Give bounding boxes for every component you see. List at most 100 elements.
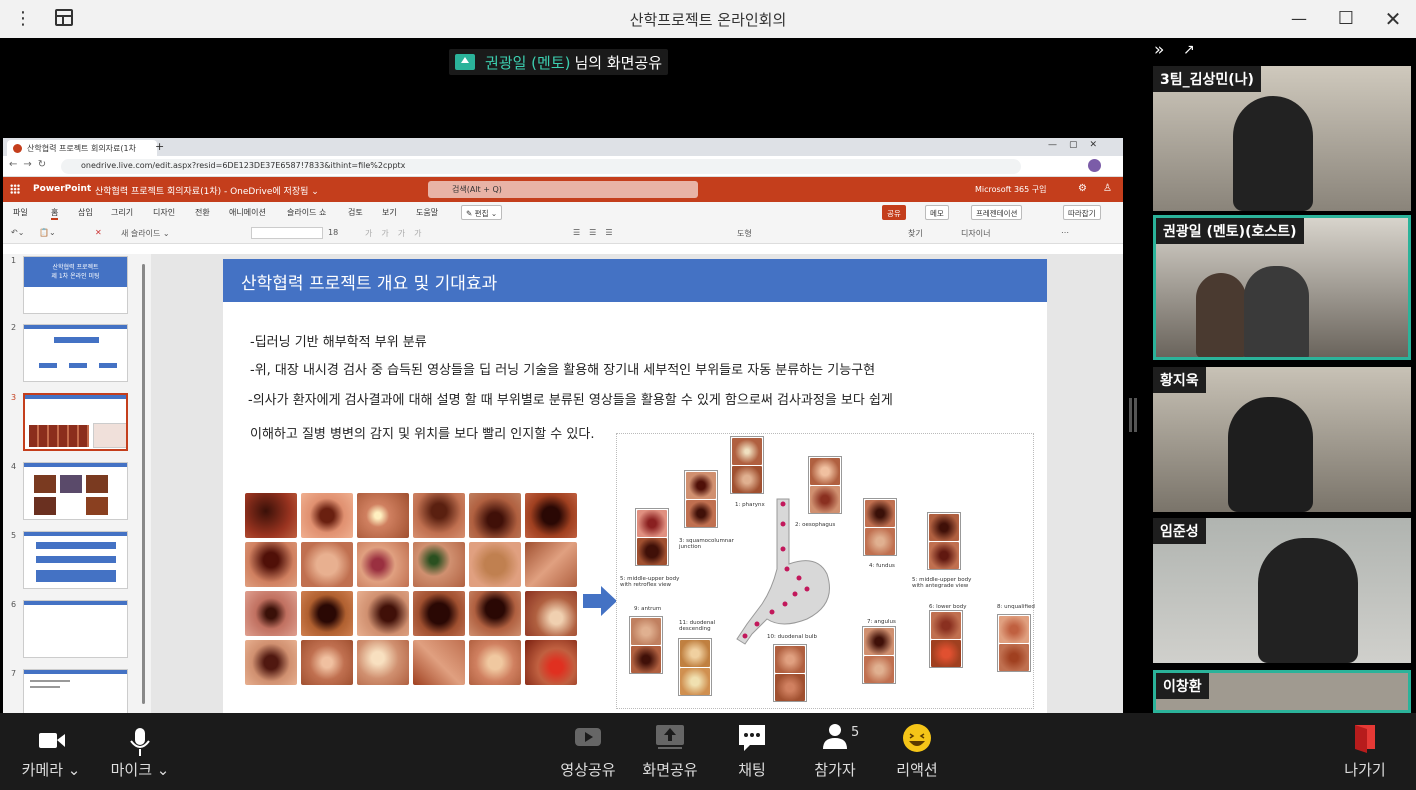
panel-resize-handle[interactable] <box>1128 398 1138 432</box>
endoscopy-image <box>301 640 353 685</box>
video-share-button[interactable]: 영상공유 <box>555 713 621 790</box>
video-tile-active-speaker[interactable]: 권광일 (멘토)(호스트) <box>1153 215 1411 360</box>
new-slide-button[interactable]: 새 슬라이드 ⌄ <box>121 228 170 239</box>
font-family-field[interactable] <box>251 227 323 239</box>
slide-thumbnail-1[interactable]: 산학협력 프로젝트 제 1차 온라인 미팅 <box>23 256 128 314</box>
url-field[interactable]: onedrive.live.com/edit.aspx?resid=6DE123… <box>61 159 1021 174</box>
designer-button[interactable]: 디자이너 <box>961 228 990 239</box>
edit-mode-button[interactable]: ✎ 편집 ⌄ <box>461 205 503 220</box>
reaction-button[interactable]: 리액션 <box>890 713 944 790</box>
endoscopy-image <box>357 493 409 538</box>
participant-video <box>1233 96 1313 211</box>
comments-button[interactable]: 메모 <box>925 205 949 220</box>
app-launcher-icon[interactable] <box>10 184 20 194</box>
menu-help[interactable]: 도움말 <box>416 207 438 218</box>
thumb-1-subtitle: 제 1차 온라인 미팅 <box>51 273 100 280</box>
search-input[interactable]: 검색(Alt + Q) <box>428 181 698 198</box>
endoscopy-thumb <box>997 614 1031 672</box>
editor-body: 1 산학협력 프로젝트 제 1차 온라인 미팅 2 3 4 5 6 7 산학협력… <box>3 254 1123 713</box>
menu-view[interactable]: 보기 <box>382 207 397 218</box>
thumbnails-scrollbar[interactable] <box>142 264 145 704</box>
browser-tab[interactable]: 산학협력 프로젝트 회의자료(1차 <box>7 140 157 156</box>
slide-bullet-3: -의사가 환자에게 검사결과에 대해 설명 할 때 부위별로 분류된 영상들을 … <box>248 393 893 408</box>
participants-button[interactable]: 5 참가자 <box>808 713 862 790</box>
participant-video <box>1244 266 1309 357</box>
slide-thumbnail-4[interactable] <box>23 462 128 520</box>
file-name[interactable]: 산학협력 프로젝트 회의자료(1차) - OneDrive에 저장됨 ⌄ <box>95 184 319 197</box>
menu-file[interactable]: 파일 <box>13 207 28 218</box>
video-tile[interactable]: 황지욱 <box>1153 367 1411 512</box>
close-icon[interactable]: ✕ <box>1382 8 1404 30</box>
browser-nav-icons[interactable]: ←→↻ <box>9 159 52 170</box>
menu-slideshow[interactable]: 슬라이드 쇼 <box>287 207 326 218</box>
delete-icon[interactable]: ✕ <box>95 228 102 237</box>
present-button[interactable]: 프레젠테이션 <box>971 205 1023 220</box>
share-button[interactable]: 공유 <box>882 205 906 220</box>
leave-label: 나가기 <box>1344 761 1386 779</box>
menu-home[interactable]: 홈 <box>51 207 59 220</box>
thumb-number: 3 <box>11 393 17 402</box>
undo-icon[interactable]: ↶⌄ <box>11 228 24 237</box>
settings-icon[interactable]: ⚙ <box>1078 183 1087 194</box>
chat-button[interactable]: 채팅 <box>727 713 777 790</box>
screen-share-label: 화면공유 <box>642 761 698 779</box>
leave-button[interactable]: 나가기 <box>1336 713 1394 790</box>
thumb-1-title: 산학협력 프로젝트 <box>52 264 99 271</box>
endoscopy-image <box>525 591 577 636</box>
menu-design[interactable]: 디자인 <box>153 207 175 218</box>
endoscopy-image <box>245 542 297 587</box>
chat-label: 채팅 <box>738 761 766 779</box>
camera-button[interactable]: 카메라 ⌄ <box>14 713 88 790</box>
more-options-icon[interactable]: ⋯ <box>1061 228 1069 237</box>
screen-share-button[interactable]: 화면공유 <box>637 713 703 790</box>
menu-review[interactable]: 검토 <box>348 207 363 218</box>
account-icon[interactable]: ♙ <box>1103 183 1112 194</box>
paste-icon[interactable]: 📋⌄ <box>39 228 56 237</box>
video-tile[interactable]: 임준성 <box>1153 518 1411 663</box>
browser-window-controls[interactable]: —▢✕ <box>1048 140 1109 150</box>
endoscopy-image <box>525 640 577 685</box>
menu-draw[interactable]: 그리기 <box>111 207 133 218</box>
menu-animations[interactable]: 애니메이션 <box>229 207 266 218</box>
maximize-icon[interactable]: ☐ <box>1335 8 1357 30</box>
collapse-panel-icon[interactable]: » <box>1154 40 1164 60</box>
text-format-icons[interactable]: 가가가가 <box>365 228 430 239</box>
panel-header: » ↗ <box>1148 38 1416 64</box>
popout-icon[interactable]: ↗ <box>1183 42 1195 58</box>
diagram-label: 4: fundus <box>869 563 895 569</box>
slide-thumbnail-2[interactable] <box>23 324 128 382</box>
endoscopy-image <box>525 493 577 538</box>
participants-panel: » ↗ 3팀_김상민(나) 권광일 (멘토)(호스트) 황지욱 임준성 이창환 <box>1148 38 1416 713</box>
minimize-icon[interactable]: — <box>1288 8 1310 30</box>
endoscopy-image <box>413 542 465 587</box>
slide-thumbnail-6[interactable] <box>23 600 128 658</box>
endoscopy-image <box>413 591 465 636</box>
slide-thumbnail-7[interactable] <box>23 669 128 713</box>
ribbon-toolbar: ↶⌄ 📋⌄ ✕ 새 슬라이드 ⌄ 18 가가가가 ☰☰☰ 도형 찾기 디자이너 … <box>3 222 1123 244</box>
video-tile[interactable]: 3팀_김상민(나) <box>1153 66 1411 211</box>
ms365-link[interactable]: Microsoft 365 구입 <box>975 184 1046 195</box>
slide-bullet-2: -위, 대장 내시경 검사 중 습득된 영상들을 딥 러닝 기술을 활용해 장기… <box>250 363 876 378</box>
font-size-field[interactable]: 18 <box>328 228 338 237</box>
endoscopy-thumb <box>684 470 718 528</box>
list-format-icons[interactable]: ☰☰☰ <box>573 228 622 237</box>
slide-canvas: 산학협력 프로젝트 개요 및 기대효과 -딥러닝 기반 해부학적 부위 분류 -… <box>223 259 1047 713</box>
mic-button[interactable]: 마이크 ⌄ <box>103 713 177 790</box>
shape-button[interactable]: 도형 <box>737 228 752 239</box>
slide-thumbnail-5[interactable] <box>23 531 128 589</box>
slide-thumbnail-3[interactable] <box>23 393 128 451</box>
thumb-number: 5 <box>11 531 17 540</box>
catch-up-button[interactable]: 따라잡기 <box>1063 205 1101 220</box>
menu-insert[interactable]: 삽입 <box>78 207 93 218</box>
endoscopy-thumb <box>629 616 663 674</box>
new-tab-icon[interactable]: + <box>155 140 164 153</box>
find-button[interactable]: 찾기 <box>908 228 923 239</box>
endoscopy-image <box>357 591 409 636</box>
profile-avatar[interactable] <box>1088 159 1101 172</box>
ribbon-menu: 파일 홈 삽입 그리기 디자인 전환 애니메이션 슬라이드 쇼 검토 보기 도움… <box>3 202 1123 222</box>
video-tile[interactable]: 이창환 <box>1153 670 1411 713</box>
menu-transitions[interactable]: 전환 <box>195 207 210 218</box>
thumb-number: 2 <box>11 323 17 332</box>
endoscopy-image <box>301 493 353 538</box>
share-banner-suffix: 님의 화면공유 <box>574 53 663 72</box>
